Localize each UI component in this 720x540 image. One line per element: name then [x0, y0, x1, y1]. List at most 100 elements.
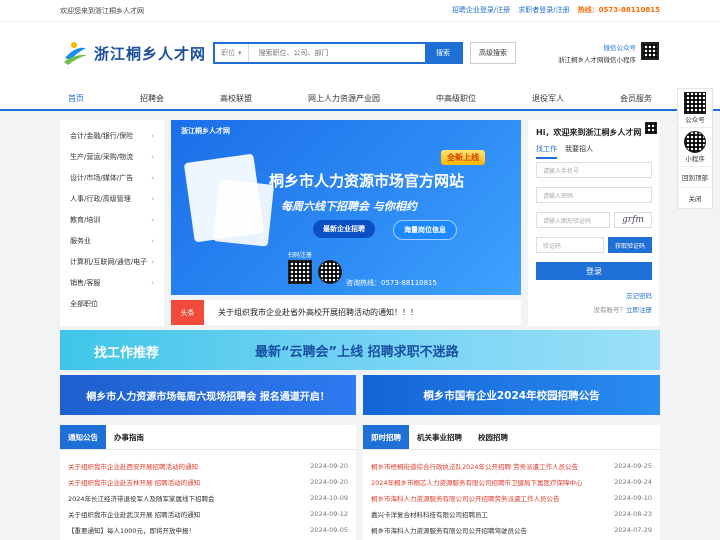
tab-hire[interactable]: 我要招人	[565, 144, 593, 159]
side-float-bar: 公众号 小程序 回到顶部 关闭	[677, 88, 713, 209]
tab-find-job[interactable]: 找工作	[536, 144, 557, 159]
search-category-select[interactable]: 职位 ▾	[215, 44, 249, 62]
item-date: 2024-09-25	[614, 462, 652, 470]
seeker-login-link[interactable]: 求职者登录/注册	[518, 5, 569, 15]
list-item[interactable]: 关于组织我市企业赴吉林开展 招聘活动的通知 2024-09-20	[60, 474, 356, 490]
category-item[interactable]: 会计/金融/银行/保险 ›	[60, 125, 164, 146]
main-nav: 首页 招聘会 高校联盟 网上人力资源产业园 中高级职位 退役军人 会员服务	[0, 86, 720, 111]
hero-banner[interactable]: 浙江桐乡人才网 全新上线 桐乡市人力资源市场官方网站 每周六线下招聘会 与你相约…	[171, 120, 521, 295]
get-code-button[interactable]: 获取验证码	[608, 237, 652, 253]
item-title: 【重要通知】每人1000元，即将开放申报！	[68, 527, 196, 535]
qr-code-icon	[684, 92, 706, 114]
side-wechat[interactable]: 公众号	[678, 89, 712, 128]
back-to-top-button[interactable]: 回到顶部	[678, 167, 712, 188]
banner-hotline: 咨询热线：0573-88110815	[346, 279, 437, 287]
chevron-right-icon: ›	[151, 257, 154, 266]
password-field[interactable]: 请输入密码	[536, 187, 652, 203]
category-label: 会计/金融/银行/保险	[70, 131, 134, 140]
tab-instant-jobs[interactable]: 即时招聘	[363, 425, 409, 449]
register-link[interactable]: 立即注册	[626, 306, 652, 314]
tab-campus-jobs[interactable]: 校园招聘	[470, 425, 516, 449]
banner-logo-text: 浙江桐乡人才网	[181, 127, 230, 135]
category-item[interactable]: 服务业 ›	[60, 230, 164, 251]
nav-veterans[interactable]: 退役军人	[532, 93, 564, 104]
register-prompt: 没有账号？立即注册	[594, 304, 653, 314]
category-label: 生产/营运/采购/物流	[70, 152, 134, 161]
search-button[interactable]: 搜索	[425, 44, 461, 62]
qr-login-icon[interactable]	[645, 122, 657, 134]
tab-notices[interactable]: 通知公告	[60, 425, 106, 449]
logo-icon	[64, 42, 87, 65]
category-item[interactable]: 计算机/互联网/通信/电子 ›	[60, 251, 164, 272]
chevron-down-icon: ▾	[238, 49, 242, 57]
login-button[interactable]: 登录	[536, 262, 652, 280]
search-bar: 职位 ▾ 搜索	[213, 42, 463, 64]
job-recommend-banner[interactable]: 找工作推荐 最新“云聘会”上线 招聘求职不迷路	[60, 330, 660, 370]
list-item[interactable]: 关于组织我市企业赴西安开展招聘活动的通知 2024-09-20	[60, 458, 356, 474]
list-item[interactable]: 桐乡市海科人力资源服务有限公司公开招聘劳务派遣工作人员公告 2024-09-10	[363, 490, 660, 506]
category-menu: 会计/金融/银行/保险 › 生产/营运/采购/物流 › 设计/市场/媒体/广告 › 人…	[60, 120, 164, 326]
top-bar: 欢迎您来到浙江桐乡人才网 招聘企业登录/注册 求职者登录/注册 热线：0573-…	[0, 0, 720, 22]
category-item[interactable]: 销售/客服 ›	[60, 272, 164, 293]
nav-university[interactable]: 高校联盟	[220, 93, 252, 104]
category-item[interactable]: 生产/营运/采购/物流 ›	[60, 146, 164, 167]
top-links: 招聘企业登录/注册 求职者登录/注册 热线：0573-88110815	[452, 5, 660, 15]
miniprogram-code-icon	[318, 260, 342, 284]
list-item[interactable]: 2024年桐乡市桐芯人力资源服务有限公司招聘市卫健局下属医疗保障中心 2024-0…	[363, 474, 660, 490]
side-miniprogram[interactable]: 小程序	[678, 128, 712, 167]
nav-hr-park[interactable]: 网上人力资源产业园	[308, 93, 380, 104]
list-item[interactable]: 嘉兴卡洋复合材料科技有限公司招聘员工 2024-08-23	[363, 506, 660, 522]
close-button[interactable]: 关闭	[678, 188, 712, 208]
advanced-search-button[interactable]: 高级搜索	[470, 42, 516, 64]
nav-job-fair[interactable]: 招聘会	[140, 93, 164, 104]
new-badge: 全新上线	[441, 150, 485, 165]
site-logo[interactable]: 浙江桐乡人才网	[60, 38, 206, 68]
tab-public-jobs[interactable]: 机关事业招聘	[409, 425, 470, 449]
sms-code-field[interactable]: 验证码	[536, 237, 604, 253]
item-title: 2024年长江经济带退役军人及随军家属线下招聘会	[68, 495, 215, 503]
item-title: 关于组织我市企业赴西安开展招聘活动的通知	[68, 463, 198, 471]
item-title: 桐乡市梧桐街道综合行政执法队2024年公开招聘 劳务派遣工作人员公告	[371, 463, 579, 471]
phone-field[interactable]: 请输入手机号	[536, 162, 652, 178]
category-item-all[interactable]: 全部职位	[60, 293, 164, 314]
miniprogram-code-icon	[684, 131, 706, 153]
captcha-image[interactable]: grfm	[614, 212, 652, 228]
nav-home[interactable]: 首页	[68, 93, 84, 111]
banner-subtitle: 每周六线下招聘会 与你相约	[281, 200, 417, 213]
nav-member[interactable]: 会员服务	[620, 93, 652, 104]
item-date: 2024-09-12	[310, 510, 348, 518]
list-item[interactable]: 桐乡市梧桐街道综合行政执法队2024年公开招聘 劳务派遣工作人员公告 2024-0…	[363, 458, 660, 474]
category-item[interactable]: 教育/培训 ›	[60, 209, 164, 230]
headline-bar[interactable]: 头条 关于组织我市企业赴省外高校开展招聘活动的通知！！！	[171, 300, 521, 325]
nav-senior-jobs[interactable]: 中高级职位	[436, 93, 476, 104]
item-date: 2024-09-20	[310, 478, 348, 486]
category-label: 教育/培训	[70, 215, 101, 224]
item-title: 嘉兴卡洋复合材料科技有限公司招聘员工	[371, 511, 488, 519]
forgot-password-link[interactable]: 忘记密码	[626, 290, 652, 300]
saturday-fair-banner[interactable]: 桐乡市人力资源市场每周六现场招聘会 报名通道开启！	[60, 375, 356, 415]
captcha-field[interactable]: 请输入图形验证码	[536, 212, 610, 228]
category-item[interactable]: 设计/市场/媒体/广告 ›	[60, 167, 164, 188]
search-input[interactable]	[248, 49, 425, 57]
list-item[interactable]: 【重要通知】每人1000元，即将开放申报！ 2024-09-05	[60, 522, 356, 538]
item-date: 2024-09-20	[310, 462, 348, 470]
company-login-link[interactable]: 招聘企业登录/注册	[452, 5, 510, 15]
side-mini-label: 小程序	[685, 155, 705, 163]
headline-text[interactable]: 关于组织我市企业赴省外高校开展招聘活动的通知！！！	[204, 307, 418, 318]
wechat-info: 微信公众号 浙江桐乡人才网微信小程序	[556, 42, 636, 66]
category-item[interactable]: 人事/行政/高级管理 ›	[60, 188, 164, 209]
category-label: 设计/市场/媒体/广告	[70, 173, 134, 182]
no-account-text: 没有账号？	[593, 306, 627, 314]
item-date: 2024-07-29	[614, 526, 652, 534]
list-item[interactable]: 关于组织我市企业赴武汉开展 招聘活动的通知 2024-09-12	[60, 506, 356, 522]
soe-recruit-banner[interactable]: 桐乡市国有企业2024年校园招聘公告	[363, 375, 660, 415]
category-label: 全部职位	[70, 299, 98, 308]
tab-guide[interactable]: 办事指南	[106, 425, 152, 449]
list-item[interactable]: 桐乡市海科人力资源服务有限公司公开招聘驾驶员公告 2024-07-29	[363, 522, 660, 538]
item-date: 2024-10-09	[310, 494, 348, 502]
headline-tag: 头条	[171, 300, 204, 325]
logo-text: 浙江桐乡人才网	[94, 44, 207, 63]
list-item[interactable]: 2024年长江经济带退役军人及随军家属线下招聘会 2024-10-09	[60, 490, 356, 506]
latest-jobs-pill: 最新企业招聘	[313, 220, 375, 238]
item-title: 桐乡市海科人力资源服务有限公司公开招聘驾驶员公告	[371, 527, 527, 535]
